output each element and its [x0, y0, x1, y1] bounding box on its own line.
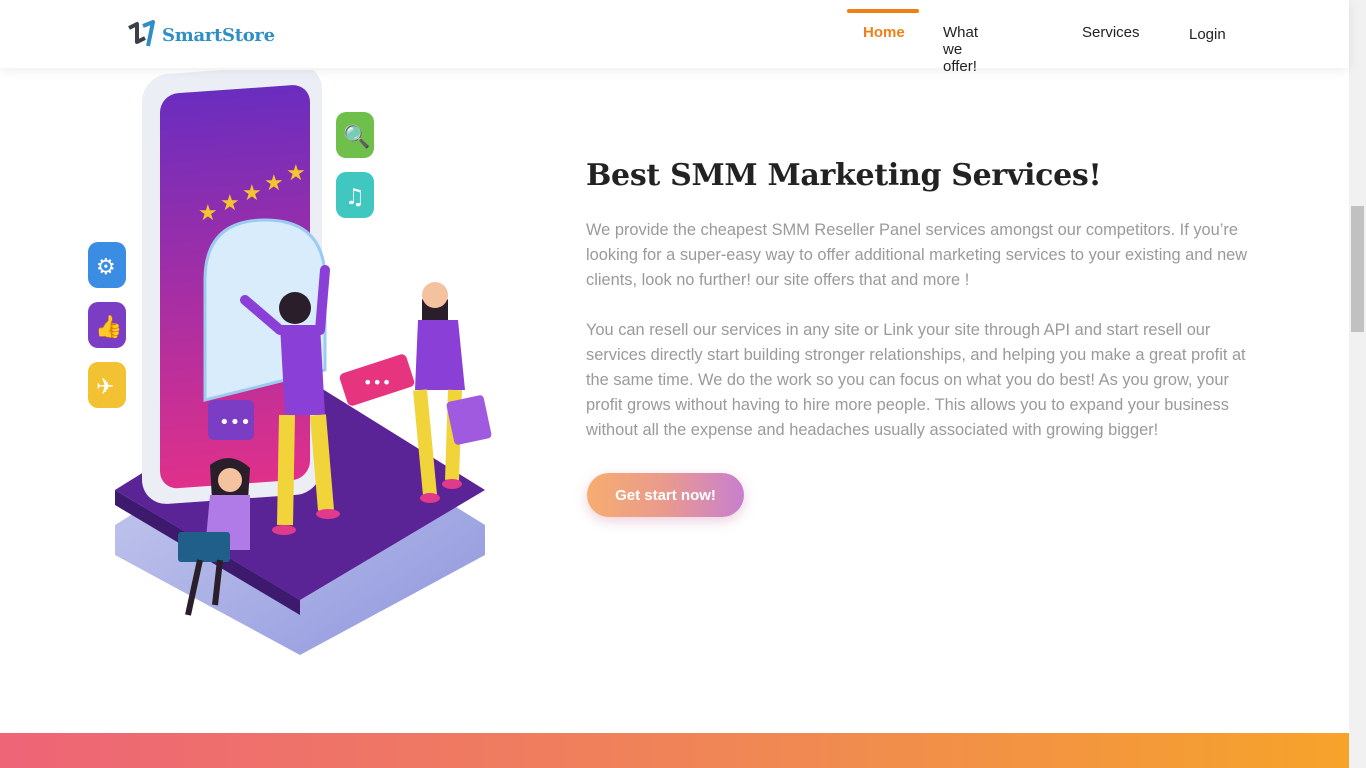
svg-text:🔍: 🔍	[343, 122, 370, 150]
active-nav-indicator	[847, 9, 919, 13]
hero-paragraph-2: You can resell our services in any site …	[586, 321, 1246, 439]
svg-text:•••: •••	[219, 412, 251, 433]
hero-paragraph-1: We provide the cheapest SMM Reseller Pan…	[586, 221, 1248, 289]
star-icon: ★	[220, 191, 240, 216]
star-icon: ★	[286, 161, 306, 186]
svg-text:•••: •••	[363, 373, 391, 392]
logo-icon	[128, 20, 155, 47]
svg-text:♫: ♫	[345, 185, 365, 210]
nav-login[interactable]: Login	[1189, 26, 1226, 43]
brand-name: SmartStore	[162, 24, 275, 46]
svg-text:⚙: ⚙	[96, 255, 116, 280]
scrollbar-thumb[interactable]	[1351, 206, 1364, 332]
star-icon: ★	[242, 181, 262, 206]
svg-text:👍: 👍	[95, 314, 122, 340]
star-icon: ★	[198, 201, 218, 226]
site-header: SmartStore Home What we offer! Services …	[0, 0, 1349, 75]
footer-gradient-band	[0, 733, 1349, 768]
page-scrollbar[interactable]	[1349, 0, 1366, 768]
nav-home[interactable]: Home	[863, 24, 905, 41]
brand-logo[interactable]: SmartStore	[126, 20, 275, 50]
nav-services[interactable]: Services	[1082, 24, 1140, 41]
hero-illustration: ★ ★ ★ ★ ★ ••• ••• ⚙ 👍 ✈ 🔍 ♫	[88, 70, 492, 655]
standing-woman	[413, 282, 492, 503]
svg-text:✈: ✈	[96, 375, 114, 400]
nav-what-we-offer[interactable]: What we offer!	[943, 24, 978, 75]
laptop-icon	[178, 532, 230, 562]
hero-title: Best SMM Marketing Services!	[586, 158, 1102, 193]
star-icon: ★	[264, 171, 284, 196]
get-started-button[interactable]: Get start now!	[587, 473, 744, 517]
